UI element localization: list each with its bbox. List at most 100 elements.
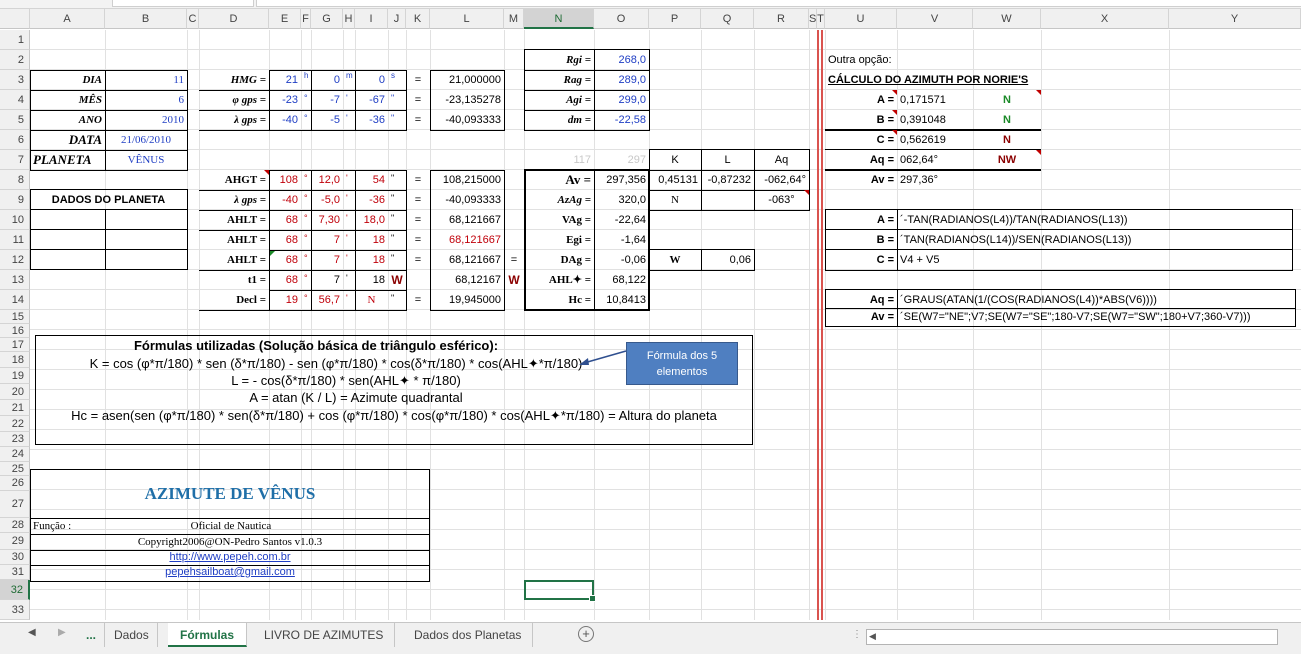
- phi-degrees[interactable]: -23: [269, 90, 301, 110]
- lambda-degrees[interactable]: -40: [269, 110, 301, 130]
- rgi-value[interactable]: 268,0: [594, 50, 649, 70]
- ahlt2-minutes[interactable]: 7: [311, 230, 343, 250]
- lambda2-seconds[interactable]: -36: [355, 190, 388, 210]
- planeta-value[interactable]: VÊNUS: [105, 150, 187, 170]
- email-link[interactable]: pepehsailboat@gmail.com: [31, 565, 429, 580]
- lambda2-minutes[interactable]: -5,0: [311, 190, 343, 210]
- ahl-value[interactable]: 68,122: [594, 270, 649, 290]
- ahlt3-minutes[interactable]: 7: [311, 250, 343, 270]
- hc-value[interactable]: 10,8413: [594, 290, 649, 310]
- row-header-18[interactable]: 18: [0, 352, 30, 368]
- ahlt1-minutes[interactable]: 7,30: [311, 210, 343, 230]
- dag-abs-value[interactable]: 0,06: [701, 250, 754, 270]
- row-header-28[interactable]: 28: [0, 518, 30, 533]
- col-header-e[interactable]: E: [269, 9, 301, 29]
- tab-dados[interactable]: Dados: [106, 623, 158, 647]
- ahlt2-degrees[interactable]: 68: [269, 230, 301, 250]
- lambda-minutes[interactable]: -5: [311, 110, 343, 130]
- col-header-t[interactable]: T: [817, 9, 825, 29]
- hmg-minutes[interactable]: 0: [311, 70, 343, 90]
- col-header-j[interactable]: J: [388, 9, 406, 29]
- agi-value[interactable]: 299,0: [594, 90, 649, 110]
- row-header-10[interactable]: 10: [0, 210, 30, 230]
- k-direction[interactable]: N: [649, 190, 701, 210]
- formula-a-text[interactable]: ´-TAN(RADIANOS(L4))/TAN(RADIANOS(L13)): [897, 210, 1292, 230]
- ahgt-degrees[interactable]: 108: [269, 170, 301, 190]
- col-header-p[interactable]: P: [649, 9, 701, 29]
- add-sheet-icon[interactable]: +: [578, 626, 594, 642]
- dm-value[interactable]: -22,58: [594, 110, 649, 130]
- l-value[interactable]: -0,87232: [701, 170, 754, 190]
- lambda2-degrees[interactable]: -40: [269, 190, 301, 210]
- rag-value[interactable]: 289,0: [594, 70, 649, 90]
- col-header-i[interactable]: I: [355, 9, 388, 29]
- data-value[interactable]: 21/06/2010: [105, 130, 187, 150]
- hmg-seconds[interactable]: 0: [355, 70, 388, 90]
- formula-aq-text[interactable]: ´GRAUS(ATAN(1/(COS(RADIANOS(L4))*ABS(V6)…: [897, 290, 1292, 310]
- col-header-g[interactable]: G: [311, 9, 343, 29]
- norie-a-value[interactable]: 0,171571: [897, 90, 973, 110]
- col-header-u[interactable]: U: [825, 9, 897, 29]
- callout-five-elements[interactable]: Fórmula dos 5 elementos: [626, 342, 738, 385]
- row-header-15[interactable]: 15: [0, 310, 30, 324]
- phi-seconds[interactable]: -67: [355, 90, 388, 110]
- aq-value[interactable]: -062,64°: [754, 170, 809, 190]
- tab-formulas[interactable]: Fórmulas: [168, 623, 248, 647]
- row-header-14[interactable]: 14: [0, 290, 30, 310]
- row-header-1[interactable]: 1: [0, 30, 30, 50]
- lambda-seconds[interactable]: -36: [355, 110, 388, 130]
- ahlt1-result[interactable]: 68,121667: [430, 210, 504, 230]
- row-header-11[interactable]: 11: [0, 230, 30, 250]
- row-header-33[interactable]: 33: [0, 600, 30, 620]
- col-header-s[interactable]: S: [809, 9, 817, 29]
- ano-value[interactable]: 2010: [105, 110, 187, 130]
- tab-splitter-icon[interactable]: ⋮: [852, 629, 862, 640]
- website-link[interactable]: http://www.pepeh.com.br: [31, 550, 429, 565]
- scroll-tab-right-icon[interactable]: ▶: [58, 627, 66, 638]
- vag-value[interactable]: -22,64: [594, 210, 649, 230]
- select-all-corner[interactable]: [0, 9, 30, 29]
- col-header-l[interactable]: L: [430, 9, 504, 29]
- norie-av-value[interactable]: 297,36°: [897, 170, 973, 190]
- name-box[interactable]: [112, 0, 254, 7]
- hmg-result[interactable]: 21,000000: [430, 70, 504, 90]
- row-header-23[interactable]: 23: [0, 432, 30, 447]
- horizontal-scrollbar[interactable]: ◀: [866, 629, 1278, 645]
- phi-result[interactable]: -23,135278: [430, 90, 504, 110]
- row-header-8[interactable]: 8: [0, 170, 30, 190]
- decl-result[interactable]: 19,945000: [430, 290, 504, 310]
- row-header-27[interactable]: 27: [0, 491, 30, 518]
- ahgt-seconds[interactable]: 54: [355, 170, 388, 190]
- col-header-h[interactable]: H: [343, 9, 355, 29]
- active-cell-n32[interactable]: [524, 580, 596, 602]
- row-header-16[interactable]: 16: [0, 324, 30, 338]
- t1-degrees[interactable]: 68: [269, 270, 301, 290]
- row-header-32[interactable]: 32: [0, 580, 30, 600]
- col-header-n[interactable]: N: [524, 9, 594, 29]
- col-header-q[interactable]: Q: [701, 9, 754, 29]
- dia-value[interactable]: 11: [105, 70, 187, 90]
- col-header-c[interactable]: C: [187, 9, 199, 29]
- row-header-24[interactable]: 24: [0, 447, 30, 462]
- ahlt1-degrees[interactable]: 68: [269, 210, 301, 230]
- azag-value[interactable]: 320,0: [594, 190, 649, 210]
- row-header-29[interactable]: 29: [0, 533, 30, 550]
- norie-c-dir[interactable]: N: [973, 130, 1041, 150]
- row-header-17[interactable]: 17: [0, 338, 30, 352]
- decl-hemisphere[interactable]: N: [355, 290, 388, 310]
- formula-bar[interactable]: [256, 0, 1301, 7]
- row-header-19[interactable]: 19: [0, 368, 30, 384]
- col-header-x[interactable]: X: [1041, 9, 1169, 29]
- lambda2-result[interactable]: -40,093333: [430, 190, 504, 210]
- row-header-9[interactable]: 9: [0, 190, 30, 210]
- col-header-k[interactable]: K: [406, 9, 430, 29]
- col-header-w[interactable]: W: [973, 9, 1041, 29]
- row-header-13[interactable]: 13: [0, 270, 30, 290]
- ahlt2-seconds[interactable]: 18: [355, 230, 388, 250]
- norie-c-value[interactable]: 0,562619: [897, 130, 973, 150]
- scroll-tab-left-icon[interactable]: ◀: [28, 627, 36, 638]
- hmg-hours[interactable]: 21: [269, 70, 301, 90]
- ahlt2-result[interactable]: 68,121667: [430, 230, 504, 250]
- col-header-o[interactable]: O: [594, 9, 649, 29]
- t1-minutes[interactable]: 7: [311, 270, 343, 290]
